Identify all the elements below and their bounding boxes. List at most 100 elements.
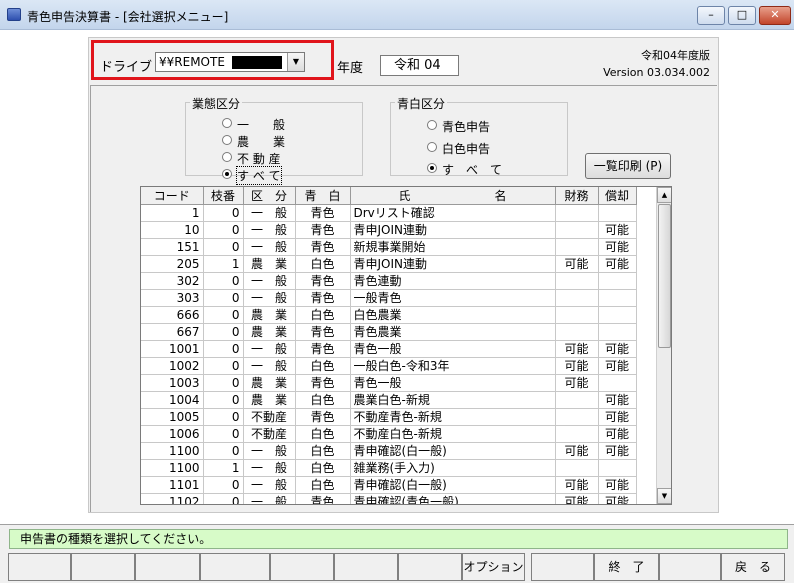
table-header-row: コード 枝番 区 分 青 白 氏 名 財務 償却: [141, 187, 637, 205]
header-name[interactable]: 氏 名: [350, 187, 556, 205]
cell-code: 1: [141, 204, 204, 222]
cell-branch: 0: [203, 374, 244, 392]
dropdown-arrow-icon[interactable]: ▼: [287, 53, 304, 71]
fkey-11[interactable]: [659, 553, 721, 581]
table-row[interactable]: 303 0 一 般青色 一般青色: [141, 289, 637, 307]
company-table: コード 枝番 区 分 青 白 氏 名 財務 償却 10一 般青色 Drvリスト確認…: [141, 187, 637, 504]
table-row[interactable]: 205 1 農 業白色 青申JOIN連動 可能 可能: [141, 255, 637, 273]
cell-depreciation: 可能: [598, 221, 637, 239]
options-button[interactable]: オプション: [462, 553, 525, 581]
version-label: Version 03.034.002: [603, 66, 710, 79]
cell-blue-white: 青色: [295, 204, 351, 222]
list-print-button[interactable]: 一覧印刷 (P): [585, 153, 671, 179]
cell-branch: 0: [203, 272, 244, 290]
cell-branch: 0: [203, 238, 244, 256]
cell-code: 1101: [141, 476, 204, 494]
table-row[interactable]: 1001 0 一 般青色 青色一般 可能 可能: [141, 340, 637, 358]
close-button[interactable]: ✕: [759, 6, 791, 25]
cell-depreciation: [598, 289, 637, 307]
header-branch[interactable]: 枝番: [203, 187, 244, 205]
cell-branch: 0: [203, 323, 244, 341]
table-row[interactable]: 667 0 農 業青色 青色農業: [141, 323, 637, 341]
cell-finance: 可能: [555, 255, 599, 273]
cell-name: 青申JOIN連動: [350, 221, 556, 239]
cell-category: 不動産: [243, 408, 296, 426]
cell-depreciation: [598, 323, 637, 341]
year-field[interactable]: 令和 04: [380, 55, 459, 76]
cell-depreciation: 可能: [598, 493, 637, 504]
table-row[interactable]: 10 0 一 般青色 青申JOIN連動 可能: [141, 221, 637, 239]
cell-category: 一 般: [243, 221, 296, 239]
table-row[interactable]: 1100 0 一 般白色 青申確認(白一般) 可能 可能: [141, 442, 637, 460]
cell-blue-white: 白色: [295, 442, 351, 460]
drive-select-value: ¥¥REMOTE: [159, 55, 225, 69]
business-type-group: 業態区分 一 般 農 業 不 動 産 す べ て: [185, 95, 363, 185]
fkey-2[interactable]: [71, 553, 135, 581]
back-button[interactable]: 戻 る: [721, 553, 785, 581]
scroll-up-arrow-icon[interactable]: ▲: [657, 187, 671, 203]
header-category[interactable]: 区 分: [243, 187, 296, 205]
table-row[interactable]: 1002 0 一 般白色 一般白色-令和3年 可能 可能: [141, 357, 637, 375]
cell-name: 不動産青色-新規: [350, 408, 556, 426]
fkey-5[interactable]: [270, 553, 334, 581]
table-row[interactable]: 1006 0 不動産 白色 不動産白色-新規 可能: [141, 425, 637, 443]
radio-selected-icon: [222, 169, 232, 179]
table-row[interactable]: 1004 0 農 業白色 農業白色-新規 可能: [141, 391, 637, 409]
company-list-grid: コード 枝番 区 分 青 白 氏 名 財務 償却 10一 般青色 Drvリスト確認…: [140, 186, 672, 505]
cell-name: 青色連動: [350, 272, 556, 290]
cell-code: 1005: [141, 408, 204, 426]
minimize-button[interactable]: –: [697, 6, 725, 25]
cell-branch: 0: [203, 289, 244, 307]
table-row[interactable]: 10一 般青色 Drvリスト確認: [141, 204, 637, 222]
cell-code: 151: [141, 238, 204, 256]
cell-name: 雑業務(手入力): [350, 459, 556, 477]
exit-button[interactable]: 終 了: [594, 553, 659, 581]
scroll-down-arrow-icon[interactable]: ▼: [657, 488, 671, 504]
cell-branch: 0: [203, 408, 244, 426]
cell-code: 1004: [141, 391, 204, 409]
cell-blue-white: 白色: [295, 255, 351, 273]
table-row[interactable]: 302 0 一 般青色 青色連動: [141, 272, 637, 290]
cell-branch: 0: [203, 204, 244, 222]
fkey-9[interactable]: [531, 553, 594, 581]
table-row[interactable]: 1003 0 農 業青色 青色一般 可能: [141, 374, 637, 392]
table-row[interactable]: 666 0 農 業白色 白色農業: [141, 306, 637, 324]
cell-depreciation: [598, 459, 637, 477]
cell-category: 一 般: [243, 493, 296, 504]
fkey-7[interactable]: [398, 553, 462, 581]
fkey-3[interactable]: [135, 553, 200, 581]
cell-depreciation: [598, 204, 637, 222]
table-row[interactable]: 1100 1 一 般白色 雑業務(手入力): [141, 459, 637, 477]
cell-finance: [555, 238, 599, 256]
cell-category: 一 般: [243, 459, 296, 477]
cell-category: 農 業: [243, 306, 296, 324]
cell-branch: 0: [203, 306, 244, 324]
maximize-button[interactable]: □: [728, 6, 756, 25]
cell-code: 1002: [141, 357, 204, 375]
header-code[interactable]: コード: [141, 187, 204, 205]
client-area: ドライブ ¥¥REMOTE ▼ 年度 令和 04 令和04年度版 Version…: [0, 30, 794, 524]
table-row[interactable]: 1005 0 不動産 青色 不動産青色-新規 可能: [141, 408, 637, 426]
cell-name: 青申確認(白一般): [350, 476, 556, 494]
table-row[interactable]: 1101 0 一 般白色 青申確認(白一般) 可能 可能: [141, 476, 637, 494]
header-blue-white[interactable]: 青 白: [295, 187, 351, 205]
table-row[interactable]: 151 0 一 般青色 新規事業開始 可能: [141, 238, 637, 256]
fkey-6[interactable]: [334, 553, 398, 581]
cell-blue-white: 白色: [295, 391, 351, 409]
cell-blue-white: 白色: [295, 476, 351, 494]
radio-circle-icon: [427, 120, 437, 130]
cell-depreciation: [598, 306, 637, 324]
cell-branch: 0: [203, 442, 244, 460]
vertical-scrollbar[interactable]: ▲ ▼: [656, 187, 671, 504]
cell-branch: 0: [203, 391, 244, 409]
scroll-thumb[interactable]: [658, 204, 671, 348]
header-depreciation[interactable]: 償却: [598, 187, 637, 205]
drive-select[interactable]: ¥¥REMOTE ▼: [155, 52, 305, 72]
table-row[interactable]: 1102 0 一 般青色 青申確認(青色一般) 可能 可能: [141, 493, 637, 504]
cell-finance: [555, 221, 599, 239]
fkey-4[interactable]: [200, 553, 270, 581]
fkey-1[interactable]: [8, 553, 71, 581]
cell-blue-white: 青色: [295, 340, 351, 358]
header-finance[interactable]: 財務: [555, 187, 599, 205]
cell-branch: 0: [203, 425, 244, 443]
